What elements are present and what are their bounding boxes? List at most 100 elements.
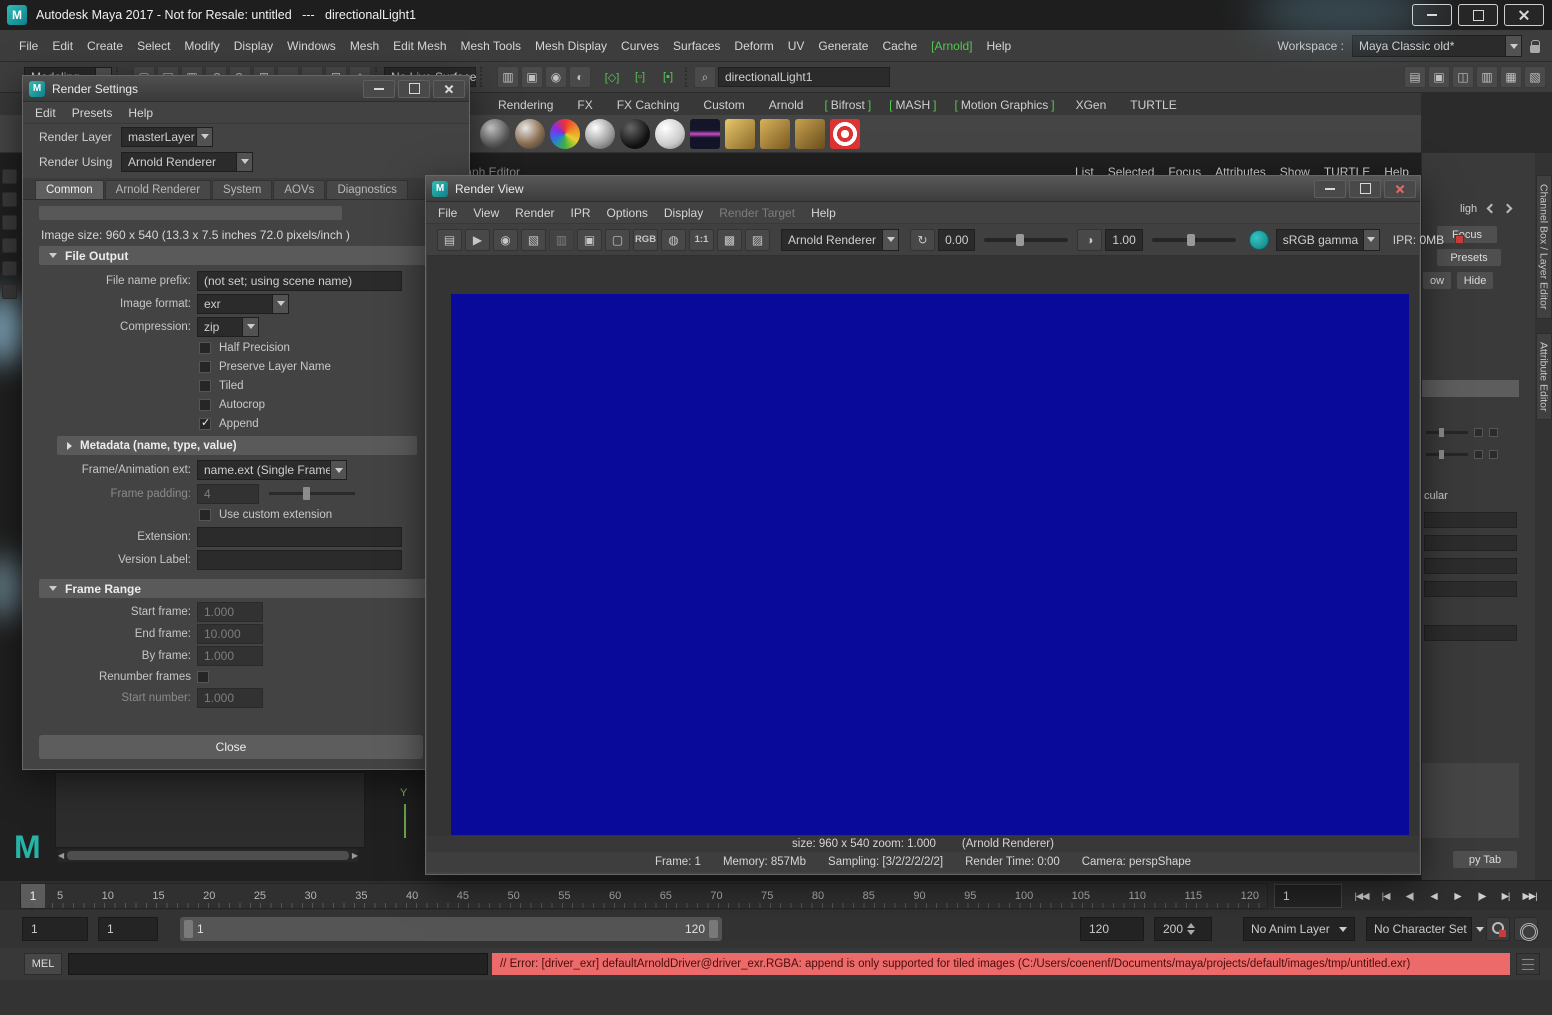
contrast-icon[interactable]: ◑ xyxy=(1077,228,1103,251)
tool-settings-toggle-icon[interactable]: ▦ xyxy=(1500,66,1522,88)
menu-item[interactable]: Edit Mesh xyxy=(386,35,453,57)
menu-item[interactable]: Windows xyxy=(280,35,343,57)
checkbox[interactable] xyxy=(199,379,211,392)
shelf-tab[interactable]: Rendering xyxy=(486,95,565,115)
mel-toggle-button[interactable]: MEL xyxy=(24,953,62,975)
color-management-toggle[interactable] xyxy=(1248,229,1269,250)
checkbox[interactable] xyxy=(199,398,211,411)
shelf-tab[interactable]: FX xyxy=(565,95,604,115)
maximize-button[interactable] xyxy=(1349,179,1381,198)
hide-button[interactable]: Hide xyxy=(1456,271,1494,290)
colorspace-select[interactable]: sRGB gamma xyxy=(1275,228,1380,251)
animation-preferences-icon[interactable] xyxy=(1514,917,1538,941)
menu-item[interactable]: File xyxy=(12,35,45,57)
file-name-prefix-field[interactable]: (not set; using scene name) xyxy=(197,270,402,291)
attribute-field[interactable] xyxy=(1424,535,1517,551)
end-frame-field[interactable]: 10.000 xyxy=(197,624,263,644)
next-icon[interactable] xyxy=(1502,203,1513,214)
character-set-select[interactable]: No Character Set xyxy=(1366,917,1472,941)
texture-icon[interactable] xyxy=(690,118,720,149)
move-tool-icon[interactable] xyxy=(2,238,17,253)
select-tool-icon[interactable] xyxy=(2,169,17,184)
animation-start-field[interactable]: 1 xyxy=(22,917,88,941)
attribute-group-bar[interactable] xyxy=(1422,380,1519,397)
close-button[interactable] xyxy=(433,79,465,98)
modeling-toolkit-icon[interactable]: ▣ xyxy=(1428,66,1450,88)
file-output-section-header[interactable]: File Output xyxy=(39,246,427,265)
menu-item[interactable]: UV xyxy=(781,35,812,57)
go-to-start-button[interactable]: |◀◀ xyxy=(1350,883,1373,909)
menu-item[interactable]: Help xyxy=(120,103,161,123)
chevron-down-icon[interactable] xyxy=(236,152,252,171)
menu-item[interactable]: Generate xyxy=(811,35,875,57)
attribute-field[interactable] xyxy=(1424,558,1517,574)
renderer-select[interactable]: Arnold Renderer xyxy=(781,228,900,251)
render-settings-shortcut-icon[interactable]: ◐ xyxy=(569,66,591,88)
menu-item[interactable]: Edit xyxy=(45,35,80,57)
attribute-slider[interactable] xyxy=(1426,427,1468,437)
slider-knob[interactable] xyxy=(1187,233,1196,246)
current-frame-indicator[interactable]: 1 xyxy=(21,884,45,908)
copy-tab-button[interactable]: py Tab xyxy=(1452,850,1518,869)
shelf-tab[interactable]: [ Motion Graphics ] xyxy=(946,95,1064,115)
display-rgb-icon[interactable]: RGB xyxy=(633,228,658,251)
lasso-tool-icon[interactable] xyxy=(2,192,17,207)
menu-item[interactable]: Mesh Tools xyxy=(454,35,528,57)
slider-knob[interactable] xyxy=(1016,233,1025,246)
symmetry-toggle-icon[interactable]: [◇] xyxy=(599,66,625,88)
start-number-field[interactable]: 1.000 xyxy=(197,688,263,708)
menu-item[interactable]: Render xyxy=(507,203,562,223)
chevron-down-icon[interactable] xyxy=(882,229,899,250)
remove-image-icon[interactable]: ▢ xyxy=(605,228,630,251)
menu-item[interactable]: Cache xyxy=(875,35,924,57)
area-light-icon[interactable] xyxy=(725,118,755,149)
shader-ball-black-icon[interactable] xyxy=(620,118,650,149)
menu-item[interactable]: Mesh xyxy=(343,35,386,57)
frame-anim-ext-select[interactable]: name.ext (Single Frame) xyxy=(197,460,347,480)
collapse-arrow-icon[interactable] xyxy=(49,253,57,258)
compression-select[interactable]: zip xyxy=(197,316,259,337)
render-target-icon[interactable] xyxy=(830,118,860,149)
checkbox[interactable] xyxy=(199,341,211,354)
render-canvas[interactable] xyxy=(427,256,1419,836)
step-back-frame-button[interactable]: ◀| xyxy=(1398,883,1421,909)
render-view-shortcut-icon[interactable]: ▥ xyxy=(497,66,519,88)
play-forwards-button[interactable]: ▶ xyxy=(1446,883,1469,909)
shader-ball-paint-icon[interactable] xyxy=(515,118,545,149)
shelf-tab[interactable]: Custom xyxy=(691,95,756,115)
settings-tab[interactable]: System xyxy=(212,180,273,199)
render-current-frame-icon[interactable]: ▣ xyxy=(521,66,543,88)
previous-icon[interactable] xyxy=(1486,203,1497,214)
checkbox[interactable] xyxy=(199,416,211,430)
menu-item[interactable]: Help xyxy=(980,35,1019,57)
playback-end-field[interactable]: 120 xyxy=(1080,917,1144,941)
redo-render-icon[interactable]: ▤ xyxy=(437,228,462,251)
start-frame-field[interactable]: 1.000 xyxy=(197,602,263,622)
render-view-titlebar[interactable]: M Render View xyxy=(426,176,1420,202)
chevron-down-icon[interactable] xyxy=(242,317,258,336)
one-to-one-icon[interactable]: 1:1 xyxy=(689,228,714,251)
render-layer-select[interactable]: masterLayer xyxy=(121,126,213,147)
menu-item[interactable]: Curves xyxy=(614,35,666,57)
step-forward-frame-button[interactable]: |▶ xyxy=(1470,883,1493,909)
renumber-frames-checkbox[interactable] xyxy=(197,671,209,683)
menu-item[interactable]: Options xyxy=(599,203,656,223)
collapse-arrow-icon[interactable] xyxy=(49,586,57,591)
range-start-handle[interactable] xyxy=(184,920,193,938)
close-button[interactable] xyxy=(1384,179,1416,198)
menu-item[interactable]: Help xyxy=(803,203,844,223)
menu-item[interactable]: Presets xyxy=(64,103,121,123)
playback-start-field[interactable]: 1 xyxy=(98,917,158,941)
maximize-button[interactable] xyxy=(1458,4,1498,26)
scrollbar-thumb[interactable] xyxy=(67,851,349,860)
range-slider[interactable]: 1 120 xyxy=(180,917,722,941)
extension-field[interactable] xyxy=(197,526,402,547)
mini-checkbox[interactable] xyxy=(1474,449,1483,459)
current-time-field[interactable]: 1 xyxy=(1274,884,1342,908)
horizontal-scrollbar[interactable]: ◀ ▶ xyxy=(58,849,358,862)
shelf-tab[interactable]: [ MASH ] xyxy=(880,95,945,115)
shader-ball-rainbow-icon[interactable] xyxy=(550,118,580,149)
range-end-handle[interactable] xyxy=(709,920,718,938)
script-editor-icon[interactable] xyxy=(1516,953,1540,975)
main-titlebar[interactable]: M Autodesk Maya 2017 - Not for Resale: u… xyxy=(0,0,1552,36)
